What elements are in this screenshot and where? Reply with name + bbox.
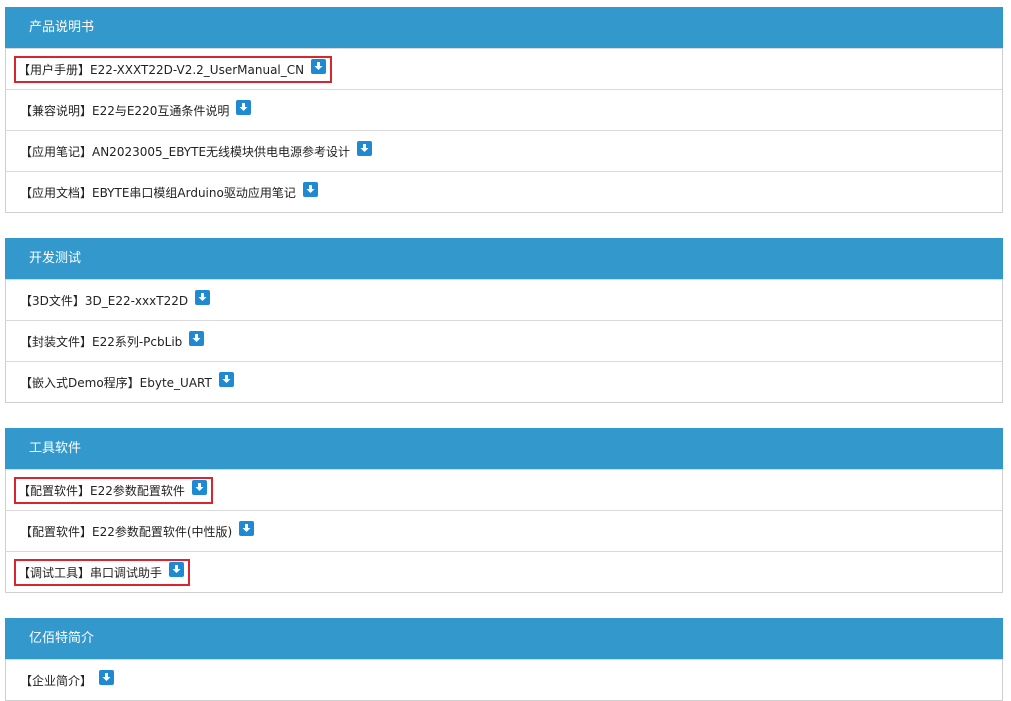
list-item: 【3D文件】3D_E22-xxxT22D: [6, 279, 1002, 320]
download-arrow-icon[interactable]: [189, 330, 205, 346]
section-dev-test: 开发测试 【3D文件】3D_E22-xxxT22D 【封装文件】E22系列-Pc…: [5, 238, 1003, 403]
download-arrow-icon[interactable]: [302, 181, 318, 197]
list-item: 【应用笔记】AN2023005_EBYTE无线模块供电电源参考设计: [6, 130, 1002, 171]
list-item: 【封装文件】E22系列-PcbLib: [6, 320, 1002, 361]
download-link-app-doc[interactable]: 【应用文档】EBYTE串口模组Arduino驱动应用笔记: [20, 181, 318, 201]
download-arrow-icon[interactable]: [99, 669, 115, 685]
section-title: 工具软件: [5, 428, 1003, 469]
item-label[interactable]: 【封装文件】E22系列-PcbLib: [20, 333, 182, 350]
download-arrow-icon[interactable]: [236, 99, 252, 115]
item-label[interactable]: 【兼容说明】E22与E220互通条件说明: [20, 102, 229, 119]
list-item: 【应用文档】EBYTE串口模组Arduino驱动应用笔记: [6, 171, 1002, 212]
section-title: 亿佰特简介: [5, 618, 1003, 659]
list-item: 【兼容说明】E22与E220互通条件说明: [6, 89, 1002, 130]
section-title: 产品说明书: [5, 7, 1003, 48]
item-label[interactable]: 【配置软件】E22参数配置软件(中性版): [20, 523, 232, 540]
section-company-intro: 亿佰特简介 【企业简介】: [5, 618, 1003, 701]
download-link-config-software-neutral[interactable]: 【配置软件】E22参数配置软件(中性版): [20, 520, 255, 540]
download-link-config-software[interactable]: 【配置软件】E22参数配置软件: [14, 476, 213, 504]
section-tools: 工具软件 【配置软件】E22参数配置软件 【配置软件】E22参数配置软件(中性版…: [5, 428, 1003, 593]
item-label[interactable]: 【应用笔记】AN2023005_EBYTE无线模块供电电源参考设计: [20, 143, 350, 160]
download-link-company-profile[interactable]: 【企业简介】: [20, 669, 115, 689]
section-title: 开发测试: [5, 238, 1003, 279]
download-arrow-icon[interactable]: [191, 479, 207, 495]
item-label[interactable]: 【企业简介】: [20, 672, 92, 689]
download-arrow-icon[interactable]: [311, 58, 327, 74]
section-product-manual: 产品说明书 【用户手册】E22-XXXT22D-V2.2_UserManual_…: [5, 7, 1003, 213]
item-label[interactable]: 【应用文档】EBYTE串口模组Arduino驱动应用笔记: [20, 184, 296, 201]
item-label[interactable]: 【3D文件】3D_E22-xxxT22D: [20, 292, 188, 309]
download-link-app-note[interactable]: 【应用笔记】AN2023005_EBYTE无线模块供电电源参考设计: [20, 140, 373, 160]
download-arrow-icon[interactable]: [169, 561, 185, 577]
download-arrow-icon[interactable]: [239, 520, 255, 536]
download-link-serial-debug-tool[interactable]: 【调试工具】串口调试助手: [13, 558, 191, 586]
list-item: 【嵌入式Demo程序】Ebyte_UART: [6, 361, 1002, 402]
download-link-demo[interactable]: 【嵌入式Demo程序】Ebyte_UART: [20, 371, 234, 391]
download-link-pcblib[interactable]: 【封装文件】E22系列-PcbLib: [20, 330, 205, 350]
download-arrow-icon[interactable]: [357, 140, 373, 156]
list-item: 【企业简介】: [6, 659, 1002, 700]
list-item: 【调试工具】串口调试助手: [6, 551, 1002, 592]
item-label[interactable]: 【调试工具】串口调试助手: [18, 564, 162, 581]
list-item: 【配置软件】E22参数配置软件(中性版): [6, 510, 1002, 551]
download-link-3d-file[interactable]: 【3D文件】3D_E22-xxxT22D: [20, 289, 211, 309]
item-label[interactable]: 【配置软件】E22参数配置软件: [18, 482, 185, 499]
item-label[interactable]: 【用户手册】E22-XXXT22D-V2.2_UserManual_CN: [18, 61, 304, 78]
download-link-user-manual[interactable]: 【用户手册】E22-XXXT22D-V2.2_UserManual_CN: [13, 55, 333, 83]
download-link-compat-note[interactable]: 【兼容说明】E22与E220互通条件说明: [20, 99, 252, 119]
download-arrow-icon[interactable]: [195, 289, 211, 305]
item-label[interactable]: 【嵌入式Demo程序】Ebyte_UART: [20, 374, 212, 391]
download-arrow-icon[interactable]: [218, 371, 234, 387]
list-item: 【用户手册】E22-XXXT22D-V2.2_UserManual_CN: [6, 48, 1002, 89]
list-item: 【配置软件】E22参数配置软件: [6, 469, 1002, 510]
